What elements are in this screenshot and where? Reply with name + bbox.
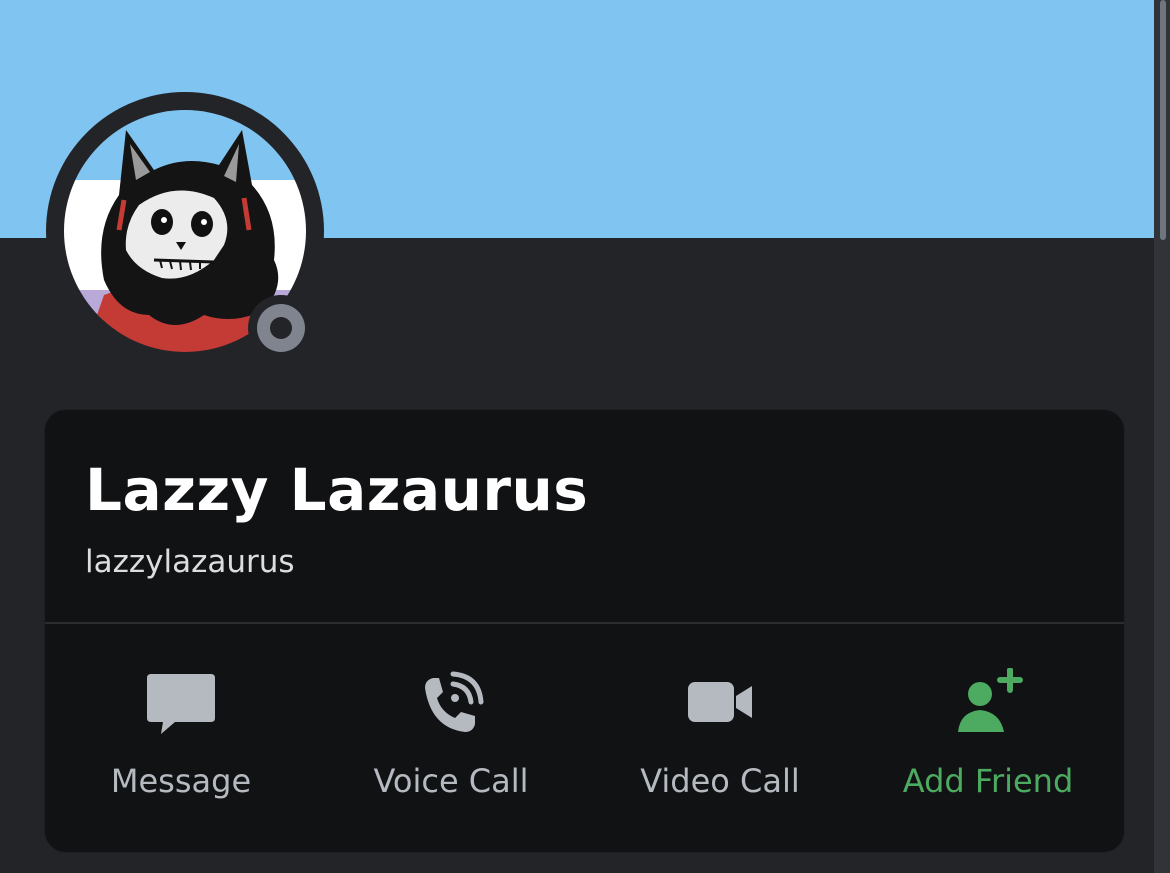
scrollbar-track[interactable] — [1154, 0, 1170, 873]
video-call-button[interactable]: Video Call — [585, 668, 855, 808]
add-friend-icon — [958, 668, 1023, 732]
display-name: Lazzy Lazaurus — [85, 456, 589, 524]
card-divider — [45, 622, 1124, 624]
video-call-icon — [688, 682, 752, 722]
message-icon — [147, 674, 215, 734]
offline-status-icon — [257, 304, 305, 352]
username: lazzylazaurus — [85, 544, 295, 580]
voice-call-label: Voice Call — [373, 762, 529, 800]
message-button[interactable]: Message — [46, 668, 316, 808]
video-call-label: Video Call — [640, 762, 800, 800]
add-friend-label: Add Friend — [902, 762, 1074, 800]
status-indicator — [248, 295, 314, 361]
voice-call-button[interactable]: Voice Call — [316, 668, 586, 808]
voice-call-icon — [425, 671, 484, 732]
add-friend-button[interactable]: Add Friend — [853, 668, 1123, 808]
scrollbar-thumb[interactable] — [1160, 0, 1166, 240]
profile-screen: Lazzy Lazaurus lazzylazaurus Message Voi… — [0, 0, 1170, 873]
profile-card: Lazzy Lazaurus lazzylazaurus Message Voi… — [44, 409, 1125, 853]
message-label: Message — [110, 762, 252, 800]
